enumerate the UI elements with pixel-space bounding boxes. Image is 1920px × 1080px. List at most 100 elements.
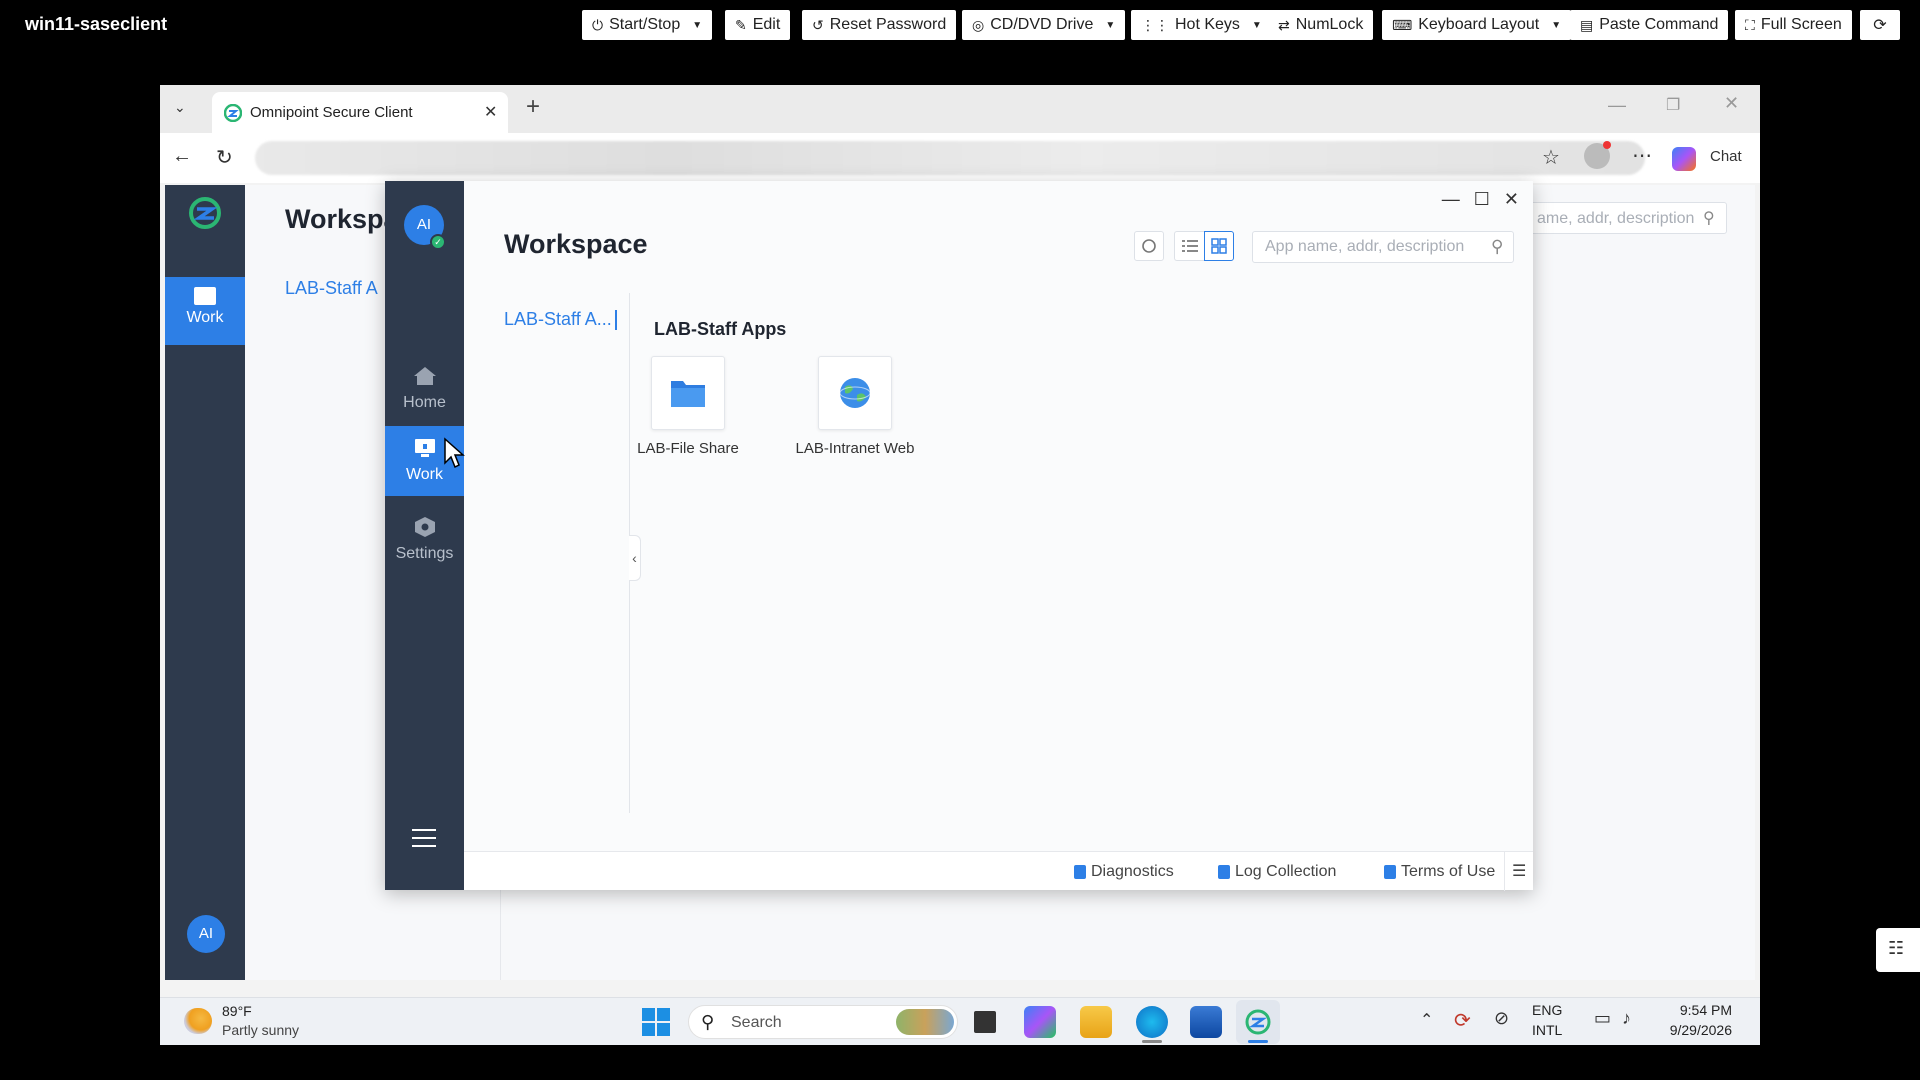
bg-avatar[interactable]: AI <box>187 915 225 953</box>
omnipoint-client-window: AI ✓ Home Work Settings — ☐ ✕ Workspace <box>385 181 1533 891</box>
lang-bottom[interactable]: INTL <box>1532 1022 1562 1038</box>
taskbar-search-label: Search <box>731 1014 782 1031</box>
console-button-label: Full Screen <box>1760 16 1842 33</box>
clock-date[interactable]: 9/29/2026 <box>1656 1022 1732 1038</box>
desktop-icon <box>414 439 435 457</box>
start-icon[interactable] <box>642 1008 672 1036</box>
refresh-button[interactable]: ⟳ <box>1860 10 1900 40</box>
pencil-icon: ✎ <box>735 16 747 33</box>
keyboard-icon: ⌨ <box>1392 16 1413 33</box>
browser-tab[interactable]: Omnipoint Secure Client ✕ <box>212 92 508 133</box>
paste-icon: ▤ <box>1580 16 1594 33</box>
reload-icon[interactable]: ↻ <box>216 145 233 170</box>
menu-icon[interactable] <box>412 829 436 847</box>
grid-icon: ⋮⋮ <box>1141 16 1169 33</box>
terms-label: Terms of Use <box>1401 863 1496 880</box>
client-close-icon[interactable]: ✕ <box>1504 189 1519 210</box>
console-button-label: Keyboard Layout <box>1418 16 1540 33</box>
restore-icon[interactable]: ❐ <box>1666 95 1680 115</box>
reset-password-button[interactable]: ↺ Reset Password <box>802 10 957 40</box>
chevron-down-icon: ▼ <box>692 19 703 31</box>
tab-strip: ⌄ Omnipoint Secure Client ✕ + — ❐ ✕ <box>160 85 1760 133</box>
minimize-icon[interactable]: — <box>1608 95 1626 116</box>
keyboard-layout-button[interactable]: ⌨ Keyboard Layout ▼ <box>1382 10 1572 40</box>
log-collection-label: Log Collection <box>1235 863 1337 880</box>
omnipoint-logo-icon <box>224 104 242 122</box>
display-icon[interactable]: ▭ <box>1594 1008 1611 1029</box>
footer-list-icon[interactable]: ☰ <box>1512 861 1526 881</box>
nav-work-label: Work <box>405 466 444 483</box>
app-tile-intranet-web[interactable]: LAB-Intranet Web <box>785 356 925 457</box>
sync-icon[interactable]: ⟳ <box>1454 1008 1471 1033</box>
diagnostics-link[interactable]: Diagnostics <box>1074 863 1174 881</box>
file-explorer-icon[interactable] <box>1080 1006 1112 1038</box>
close-icon[interactable]: ✕ <box>1724 93 1739 114</box>
edit-button[interactable]: ✎ Edit <box>725 10 791 40</box>
volume-icon[interactable]: ♪ <box>1622 1008 1631 1029</box>
collapse-handle[interactable]: ‹ <box>629 535 641 581</box>
terms-link[interactable]: Terms of Use <box>1384 863 1495 881</box>
weather-temp: 89°F <box>222 1003 252 1019</box>
store-icon[interactable] <box>1190 1006 1222 1038</box>
cd-dvd-drive-button[interactable]: ◎ CD/DVD Drive ▼ <box>962 10 1126 40</box>
nav-settings[interactable]: Settings <box>385 505 464 575</box>
full-screen-button[interactable]: ⛶ Full Screen <box>1735 10 1852 40</box>
console-button-label: Reset Password <box>829 16 947 33</box>
refresh-list-button[interactable] <box>1134 231 1164 261</box>
hot-keys-button[interactable]: ⋮⋮ Hot Keys ▼ <box>1131 10 1272 40</box>
app-search-input[interactable] <box>1265 238 1485 256</box>
copilot-icon[interactable] <box>1672 147 1696 171</box>
omnipoint-taskbar-item[interactable] <box>1236 1000 1280 1044</box>
weather-icon[interactable] <box>184 1008 212 1034</box>
app-tile-file-share[interactable]: LAB-File Share <box>618 356 758 457</box>
task-view-icon[interactable] <box>974 1011 996 1033</box>
client-window-controls: — ☐ ✕ <box>1442 189 1519 210</box>
app-tile-box[interactable] <box>818 356 892 430</box>
chevron-down-icon: ▼ <box>1105 19 1116 31</box>
lang-top[interactable]: ENG <box>1532 1002 1562 1018</box>
new-tab-icon[interactable]: + <box>526 93 540 121</box>
group-nav-item[interactable]: LAB-Staff A... <box>504 309 612 330</box>
back-icon[interactable]: ← <box>172 145 192 168</box>
taskbar-search[interactable]: ⚲ Search <box>688 1005 958 1039</box>
tab-close-icon[interactable]: ✕ <box>484 102 497 122</box>
client-minimize-icon[interactable]: — <box>1442 189 1460 210</box>
chat-label[interactable]: Chat <box>1710 148 1742 165</box>
folder-icon <box>671 381 705 407</box>
bg-search: ame, addr, description ⚲ <box>1528 202 1727 234</box>
log-collection-link[interactable]: Log Collection <box>1218 863 1336 881</box>
grid-view-button[interactable] <box>1204 231 1234 261</box>
section-title: LAB-Staff Apps <box>654 319 787 339</box>
bg-search-icon: ⚲ <box>1703 210 1715 227</box>
console-toolbar: win11-saseclient ⏻ Start/Stop ▼ ✎ Edit ↺ Reset… <box>0 0 1920 52</box>
app-tile-box[interactable] <box>651 356 725 430</box>
client-footer: Diagnostics Log Collection Terms of Use … <box>464 851 1533 891</box>
network-off-icon[interactable]: ⊘ <box>1494 1008 1509 1029</box>
more-icon[interactable]: ⋯ <box>1632 143 1652 168</box>
url-field[interactable] <box>255 141 1645 175</box>
paste-command-button[interactable]: ▤ Paste Command <box>1570 10 1729 40</box>
client-main: — ☐ ✕ Workspace ⚲ LAB-Staff A... ‹ LAB-S… <box>464 181 1533 891</box>
search-icon[interactable]: ⚲ <box>1491 237 1503 257</box>
tab-list-chevron-icon[interactable]: ⌄ <box>174 99 186 116</box>
numlock-button[interactable]: ⇄ NumLock <box>1268 10 1374 40</box>
weather-desc: Partly sunny <box>222 1022 300 1038</box>
list-view-button[interactable] <box>1174 231 1204 261</box>
power-icon: ⏻ <box>592 16 604 33</box>
clock-time[interactable]: 9:54 PM <box>1666 1002 1732 1018</box>
app-label: LAB-Intranet Web <box>795 440 915 457</box>
page-title: Workspace <box>504 229 648 259</box>
nav-settings-label: Settings <box>395 545 454 562</box>
start-stop-button[interactable]: ⏻ Start/Stop ▼ <box>582 10 713 40</box>
favorites-icon[interactable]: ☆ <box>1542 145 1560 170</box>
bg-nav-work[interactable]: Work <box>165 277 245 345</box>
m365-icon[interactable] <box>1024 1006 1056 1038</box>
edge-icon[interactable] <box>1136 1006 1168 1038</box>
tray-chevron-icon[interactable]: ⌃ <box>1420 1010 1433 1030</box>
gear-icon <box>414 517 435 537</box>
chevron-left-icon: ‹ <box>632 550 637 566</box>
client-maximize-icon[interactable]: ☐ <box>1474 189 1490 210</box>
edge-running-indicator <box>1142 1040 1162 1043</box>
nav-home[interactable]: Home <box>385 354 464 424</box>
side-widget-button[interactable]: ☷ <box>1876 928 1920 972</box>
